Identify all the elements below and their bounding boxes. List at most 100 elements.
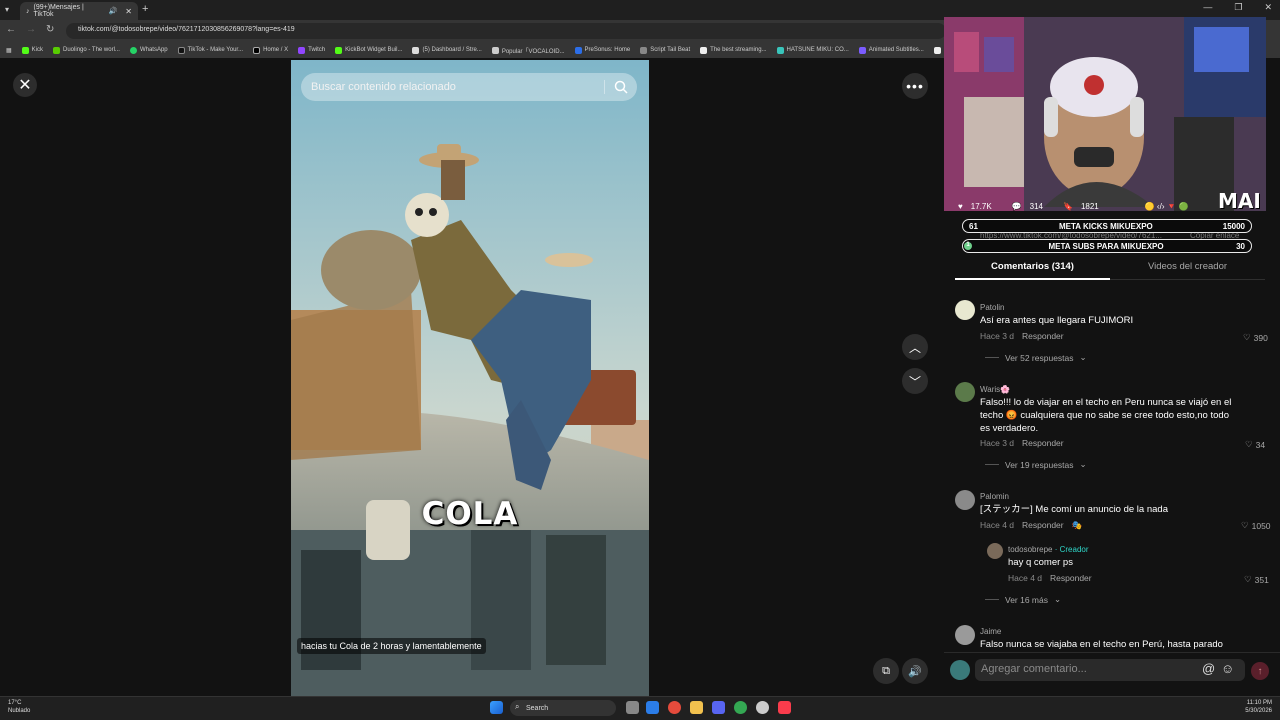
reply-button[interactable]: Responder	[1022, 438, 1064, 448]
view-replies-button[interactable]: Ver 19 respuestas ⌄	[985, 459, 1087, 470]
goal-target: 30	[1236, 241, 1245, 251]
comment-text: [ステッカー] Me comí un anuncio de la nada	[980, 504, 1168, 515]
picture-in-picture-button[interactable]: ⧉	[873, 658, 899, 684]
reply-button[interactable]: Responder	[1050, 573, 1092, 583]
apps-icon[interactable]: ▦	[6, 47, 12, 54]
bookmark[interactable]: KickBot Widget Buil...	[335, 46, 402, 54]
tab-menu-icon[interactable]: ▾	[5, 5, 9, 14]
comment-time: Hace 4 d	[980, 520, 1015, 530]
url-field[interactable]: tiktok.com/@todosobrepe/video/7621712030…	[66, 23, 946, 39]
bookmark[interactable]: TikTok - Make Your...	[177, 46, 243, 54]
temperature: 17°C	[8, 700, 22, 706]
bookmark[interactable]: (5) Dashboard / Stre...	[412, 46, 482, 54]
new-tab-button[interactable]: +	[142, 3, 148, 15]
avatar[interactable]	[955, 490, 975, 510]
bookmark[interactable]: The best streaming...	[700, 46, 767, 54]
browser-tab[interactable]: ♪ (99+)Mensajes | TikTok 🔊 ✕	[20, 2, 138, 20]
comment-icon[interactable]: 💬	[1012, 202, 1022, 211]
creator-badge: · Creador	[1054, 545, 1089, 554]
app-icon[interactable]	[668, 701, 681, 714]
tab-comments[interactable]: Comentarios (314)	[955, 258, 1110, 280]
mention-icon[interactable]: @	[1202, 661, 1215, 676]
close-tab-icon[interactable]: ✕	[125, 7, 132, 16]
search-icon[interactable]	[614, 80, 628, 97]
my-avatar	[950, 660, 970, 680]
volume-icon[interactable]: 🔊	[109, 7, 118, 15]
chevron-down-icon: ⌄	[1054, 594, 1062, 604]
next-video-button[interactable]: ﹀	[902, 368, 928, 394]
related-search-input[interactable]: Buscar contenido relacionado	[301, 73, 637, 101]
goal-label: META SUBS PARA MIKUEXPO	[1048, 241, 1164, 251]
bookmark[interactable]: Home / X	[253, 46, 288, 54]
avatar[interactable]	[987, 543, 1003, 559]
close-window-icon[interactable]: ✕	[1264, 2, 1272, 13]
previous-video-button[interactable]: ︿	[902, 334, 928, 360]
chevron-down-icon: ﹀	[908, 374, 921, 389]
chevron-down-icon: ⌄	[1079, 352, 1087, 362]
bookmark[interactable]: Twitch	[298, 46, 325, 54]
comment-text: Así era antes que llegara FUJIMORI	[980, 315, 1134, 326]
volume-button[interactable]: 🔊	[902, 658, 928, 684]
bookmark[interactable]: Script Tail Beat	[640, 46, 690, 54]
share-icons[interactable]: 🟡 ‹/› 🔻 🟢	[1145, 202, 1189, 211]
video-frame-image	[291, 60, 649, 696]
comment-likes[interactable]: ♡ 390	[1243, 332, 1268, 343]
avatar[interactable]	[955, 382, 975, 402]
chevron-up-icon: ︿	[908, 340, 921, 355]
volume-icon: 🔊	[908, 665, 922, 678]
close-video-button[interactable]: ✕	[13, 73, 37, 97]
weather-widget[interactable]: 17°C Nublado	[8, 699, 30, 715]
settings-icon[interactable]	[756, 701, 769, 714]
view-replies-button[interactable]: Ver 52 respuestas ⌄	[985, 352, 1087, 363]
goal-current: 61	[969, 221, 978, 231]
video-player[interactable]	[291, 60, 649, 696]
more-options-button[interactable]: •••	[902, 73, 928, 99]
comments-count: 314	[1029, 201, 1043, 211]
comment-user[interactable]: Waris🌸	[980, 385, 1010, 394]
tab-creator-videos[interactable]: Videos del creador	[1110, 258, 1265, 272]
app-icon[interactable]	[646, 701, 659, 714]
comment-text: Falso nunca se viajaba en el techo en Pe…	[980, 639, 1223, 650]
comment-user[interactable]: Jaime	[980, 627, 1001, 636]
bookmark[interactable]: Kick	[21, 46, 43, 54]
bookmark[interactable]: HATSUNE MIKU: CO...	[776, 46, 849, 54]
comment-user[interactable]: Palomin	[980, 492, 1009, 501]
search-icon: ⌕	[515, 702, 520, 711]
reply-button[interactable]: Responder	[1022, 331, 1064, 341]
avatar[interactable]	[955, 300, 975, 320]
search-divider	[604, 80, 605, 94]
reply-likes[interactable]: ♡ 351	[1244, 574, 1269, 585]
emoji-icon[interactable]: ☺	[1221, 661, 1234, 676]
bookmark-icon[interactable]: 🔖	[1063, 202, 1073, 211]
minimize-icon[interactable]: —	[1203, 2, 1212, 13]
chrome-icon[interactable]	[734, 701, 747, 714]
bookmark[interactable]: Popular「VOCALOID...	[491, 46, 565, 55]
system-clock[interactable]: 11:10 PM 5/30/2026	[1236, 699, 1272, 715]
discord-icon[interactable]	[712, 701, 725, 714]
music-icon[interactable]	[778, 701, 791, 714]
creator-liked-icon: 🎭	[1071, 520, 1083, 530]
bookmark[interactable]: Duolingo - The worl...	[53, 46, 120, 54]
task-view-icon[interactable]	[626, 701, 639, 714]
reply-button[interactable]: Responder	[1022, 520, 1064, 531]
taskbar-search[interactable]: ⌕ Search	[510, 700, 616, 716]
folder-icon[interactable]	[690, 701, 703, 714]
heart-icon[interactable]: ♥	[958, 202, 963, 211]
streamer-webcam-overlay	[944, 17, 1266, 211]
reload-icon[interactable]: ↻	[46, 24, 54, 35]
comment-likes[interactable]: ♡ 1050	[1241, 520, 1271, 531]
avatar[interactable]	[955, 625, 975, 645]
maximize-icon[interactable]: ❐	[1234, 2, 1242, 13]
bookmark[interactable]: Animated Subtitles...	[858, 46, 924, 54]
forward-icon[interactable]: →	[26, 24, 36, 35]
back-icon[interactable]: ←	[6, 24, 16, 35]
comment-user[interactable]: Patolin	[980, 303, 1004, 312]
comment-likes[interactable]: ♡ 34	[1245, 439, 1265, 450]
bookmark[interactable]: PreSonus: Home	[574, 46, 630, 54]
saves-count: 1821	[1080, 201, 1099, 211]
view-more-replies-button[interactable]: Ver 16 más ⌄	[985, 594, 1061, 605]
bookmark[interactable]: WhatsApp	[129, 46, 168, 54]
send-comment-button[interactable]: ↑	[1251, 662, 1269, 680]
reply-user: todosobrepe · Creador	[1008, 545, 1089, 554]
start-icon[interactable]	[490, 701, 503, 714]
